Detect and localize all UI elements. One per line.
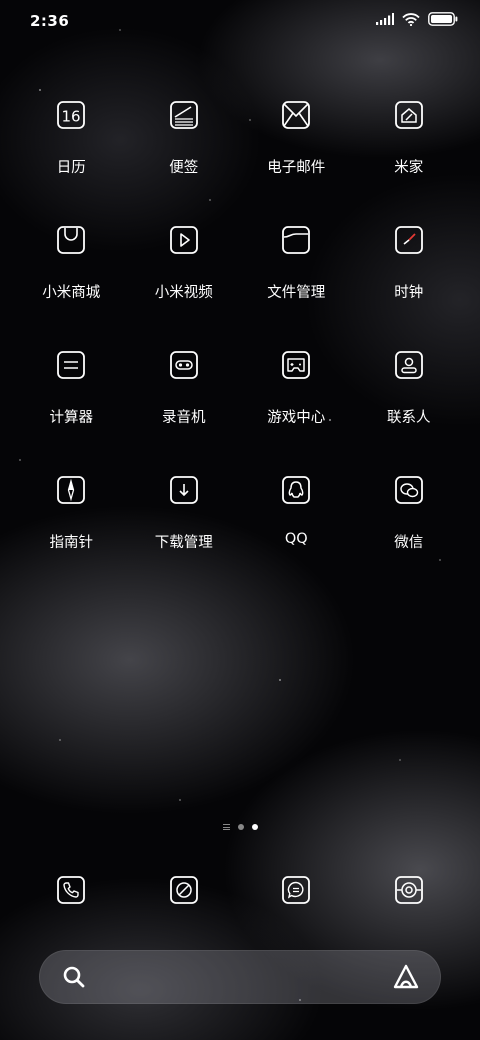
search-bar[interactable] bbox=[39, 950, 441, 1004]
qq-icon bbox=[276, 470, 316, 510]
page-dot-2-active[interactable] bbox=[251, 824, 258, 830]
phone-icon bbox=[51, 870, 91, 910]
app-contacts[interactable]: 联系人 bbox=[353, 345, 466, 470]
svg-text:16: 16 bbox=[62, 108, 81, 126]
camera-icon bbox=[389, 870, 429, 910]
app-compass[interactable]: 指南针 bbox=[15, 470, 128, 595]
app-label: 电子邮件 bbox=[267, 160, 326, 176]
page-list-icon[interactable] bbox=[222, 824, 230, 830]
app-clock[interactable]: 时钟 bbox=[353, 220, 466, 345]
app-wechat[interactable]: 微信 bbox=[353, 470, 466, 595]
app-label: 录音机 bbox=[162, 410, 206, 426]
notes-icon bbox=[164, 95, 204, 135]
app-mi-video[interactable]: 小米视频 bbox=[128, 220, 241, 345]
app-download-manager[interactable]: 下载管理 bbox=[128, 470, 241, 595]
app-label: 文件管理 bbox=[267, 285, 326, 301]
page-indicator bbox=[0, 824, 480, 830]
app-label: 小米视频 bbox=[154, 285, 213, 301]
app-label: 计算器 bbox=[49, 410, 94, 426]
search-icon[interactable] bbox=[61, 964, 87, 990]
app-label: QQ bbox=[284, 531, 308, 547]
clock-icon bbox=[389, 220, 429, 260]
app-label: 微信 bbox=[394, 535, 424, 551]
app-label: 米家 bbox=[394, 160, 424, 176]
app-label: 指南针 bbox=[49, 535, 94, 551]
browser-icon bbox=[164, 870, 204, 910]
recorder-icon bbox=[164, 345, 204, 385]
file-manager-icon bbox=[276, 220, 316, 260]
dock-browser[interactable] bbox=[128, 870, 241, 910]
mi-video-icon bbox=[164, 220, 204, 260]
app-calculator[interactable]: 计算器 bbox=[15, 345, 128, 470]
app-qq[interactable]: QQ bbox=[240, 470, 353, 595]
app-label: 联系人 bbox=[387, 410, 431, 426]
app-email[interactable]: 电子邮件 bbox=[240, 95, 353, 220]
app-recorder[interactable]: 录音机 bbox=[128, 345, 241, 470]
dock-camera[interactable] bbox=[353, 870, 466, 910]
app-game-center[interactable]: 游戏中心 bbox=[240, 345, 353, 470]
app-label: 下载管理 bbox=[154, 535, 213, 551]
app-label: 便签 bbox=[169, 160, 199, 176]
app-label: 时钟 bbox=[394, 285, 424, 301]
app-file-manager[interactable]: 文件管理 bbox=[240, 220, 353, 345]
wechat-icon bbox=[389, 470, 429, 510]
dock bbox=[15, 870, 465, 910]
dock-phone[interactable] bbox=[15, 870, 128, 910]
app-label: 小米商城 bbox=[42, 285, 101, 301]
contacts-icon bbox=[389, 345, 429, 385]
mi-store-icon bbox=[51, 220, 91, 260]
app-label: 日历 bbox=[56, 160, 86, 176]
status-bar: 2:36 bbox=[0, 0, 480, 40]
battery-icon bbox=[428, 12, 458, 26]
app-mi-store[interactable]: 小米商城 bbox=[15, 220, 128, 345]
app-grid: 16 日历 便签 电子邮件 米家 小米商城 小米视频 文件管理 时钟 计算器 录… bbox=[15, 95, 465, 595]
game-center-icon bbox=[276, 345, 316, 385]
messages-icon bbox=[276, 870, 316, 910]
wifi-icon bbox=[402, 12, 420, 26]
app-label: 游戏中心 bbox=[267, 410, 326, 426]
page-dot-1[interactable] bbox=[237, 824, 244, 830]
status-icons bbox=[376, 12, 458, 26]
calculator-icon bbox=[51, 345, 91, 385]
status-time: 2:36 bbox=[30, 12, 70, 30]
app-notes[interactable]: 便签 bbox=[128, 95, 241, 220]
email-icon bbox=[276, 95, 316, 135]
download-manager-icon bbox=[164, 470, 204, 510]
dock-messages[interactable] bbox=[240, 870, 353, 910]
app-mijia[interactable]: 米家 bbox=[353, 95, 466, 220]
compass-icon bbox=[51, 470, 91, 510]
app-calendar[interactable]: 16 日历 bbox=[15, 95, 128, 220]
calendar-icon: 16 bbox=[51, 95, 91, 135]
signal-icon bbox=[376, 13, 394, 25]
mijia-icon bbox=[389, 95, 429, 135]
assistant-icon[interactable] bbox=[393, 963, 419, 991]
